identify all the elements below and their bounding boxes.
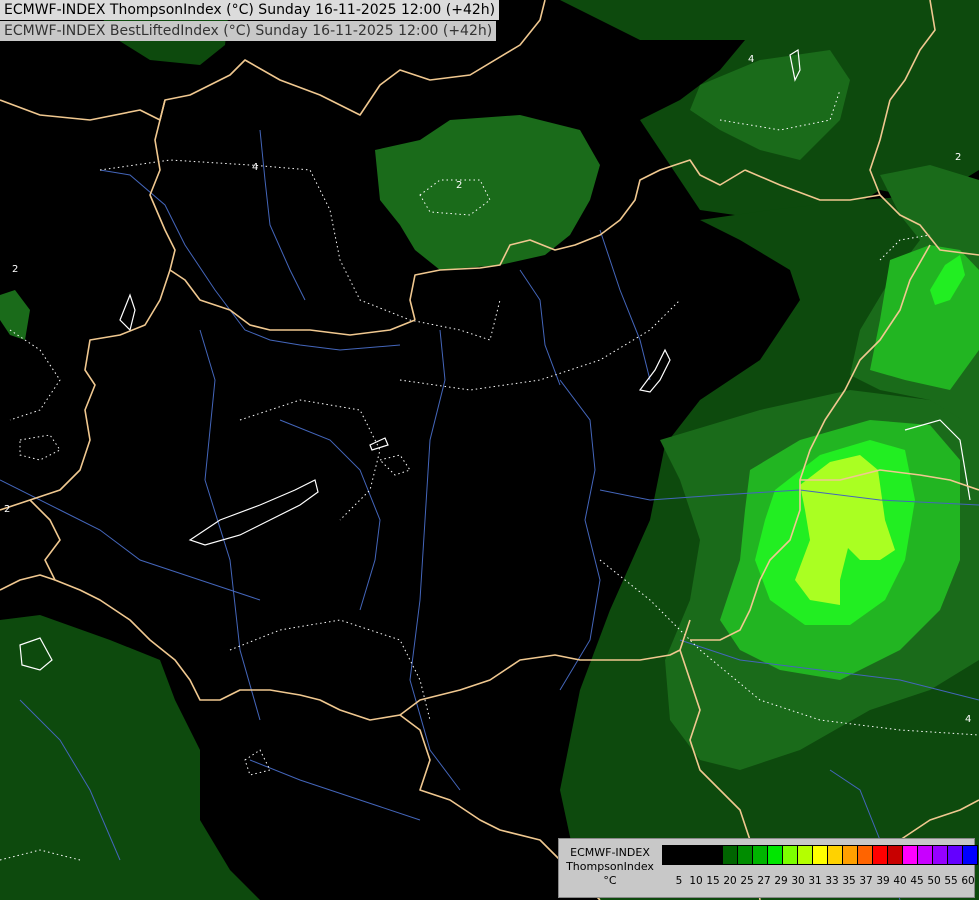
contour-label: 2 xyxy=(4,504,10,515)
legend-swatch xyxy=(872,845,888,865)
weather-map: 4 2 2 2 2 4 4 xyxy=(0,0,979,900)
map-title-primary: ECMWF-INDEX ThompsonIndex (°C) Sunday 16… xyxy=(0,0,500,20)
legend-tick-label: 60 xyxy=(961,875,975,887)
legend-unit: °C xyxy=(603,874,617,887)
contour-label: 2 xyxy=(12,264,18,275)
legend-tick-label: 55 xyxy=(944,875,958,887)
contour-label: 4 xyxy=(748,54,754,65)
legend-swatch xyxy=(917,845,933,865)
legend-swatch xyxy=(947,845,963,865)
legend-title-model: ECMWF-INDEX xyxy=(570,846,650,859)
legend-tick-label: 20 xyxy=(723,875,737,887)
legend-swatch xyxy=(767,845,783,865)
legend-tick-label: 29 xyxy=(774,875,788,887)
legend-swatch xyxy=(782,845,798,865)
contour-label: 2 xyxy=(456,180,462,191)
legend-title-index: ThompsonIndex xyxy=(566,860,654,873)
legend-swatch xyxy=(752,845,768,865)
legend-tick-label: 30 xyxy=(791,875,805,887)
legend-swatch xyxy=(902,845,918,865)
legend-tick-label: 39 xyxy=(876,875,890,887)
legend-swatch xyxy=(662,845,678,865)
legend-tick-label: 35 xyxy=(842,875,856,887)
legend-swatch xyxy=(677,845,693,865)
legend-swatches xyxy=(662,845,978,865)
contour-label: 4 xyxy=(965,714,971,725)
legend-tick-label: 40 xyxy=(893,875,907,887)
legend-tick-label: 27 xyxy=(757,875,771,887)
legend-tick-label: 45 xyxy=(910,875,924,887)
legend-tick-label: 25 xyxy=(740,875,754,887)
legend-tick-label: 37 xyxy=(859,875,873,887)
legend-ticks: 5 10 15 20 25 27 29 30 31 33 35 37 39 40 45 50 55 60 xyxy=(662,875,975,889)
legend-swatch xyxy=(797,845,813,865)
legend-swatch xyxy=(812,845,828,865)
legend-tick-label: 33 xyxy=(825,875,839,887)
legend-swatch xyxy=(887,845,903,865)
legend-tick-label: 15 xyxy=(706,875,720,887)
legend-tick-label: 10 xyxy=(689,875,703,887)
legend-swatch xyxy=(692,845,708,865)
legend-tick-label: 5 xyxy=(675,875,683,887)
map-title-secondary: ECMWF-INDEX BestLiftedIndex (°C) Sunday … xyxy=(0,21,497,41)
legend-swatch xyxy=(707,845,723,865)
legend-swatch xyxy=(962,845,978,865)
legend-swatch xyxy=(842,845,858,865)
legend-swatch xyxy=(932,845,948,865)
legend-swatch xyxy=(827,845,843,865)
legend-title: ECMWF-INDEX ThompsonIndex °C xyxy=(561,846,659,888)
color-legend: ECMWF-INDEX ThompsonIndex °C 5 10 15 20 25 27… xyxy=(558,838,978,898)
legend-tick-label: 50 xyxy=(927,875,941,887)
legend-tick-label: 31 xyxy=(808,875,822,887)
contour-label: 2 xyxy=(955,152,961,163)
contour-label: 4 xyxy=(252,162,258,173)
legend-swatch xyxy=(737,845,753,865)
legend-swatch xyxy=(857,845,873,865)
legend-swatch xyxy=(722,845,738,865)
